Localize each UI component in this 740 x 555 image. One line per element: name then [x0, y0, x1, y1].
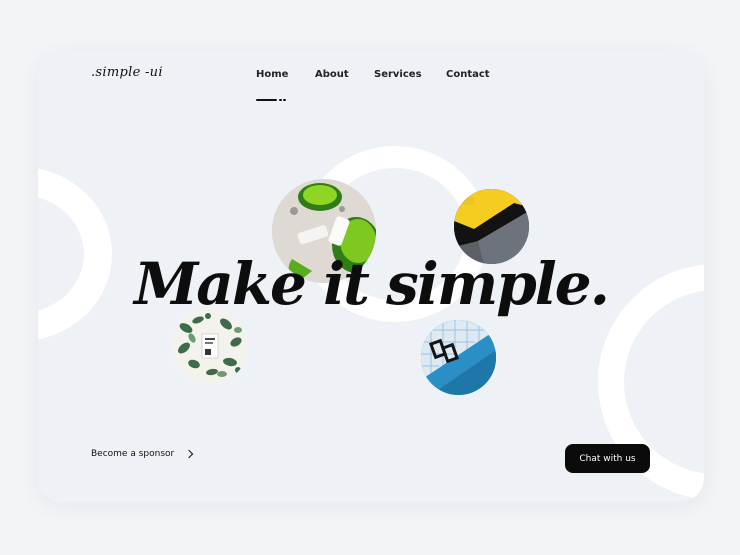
active-nav-dot: [283, 99, 286, 101]
chevron-right-icon: [184, 449, 194, 459]
leaf-pattern-card-photo: [172, 308, 248, 384]
blue-grid-object-photo: [421, 320, 496, 395]
become-sponsor-link[interactable]: Become a sponsor: [91, 449, 194, 459]
nav-about-link[interactable]: About: [315, 69, 349, 80]
chat-with-us-button[interactable]: Chat with us: [565, 444, 650, 473]
hero-headline: Make it simple.: [134, 250, 610, 318]
active-nav-indicator: [256, 99, 277, 101]
sponsor-label: Become a sponsor: [91, 449, 175, 459]
site-logo[interactable]: .simple -ui: [91, 65, 163, 80]
nav-services-link[interactable]: Services: [374, 69, 422, 80]
nav-contact-link[interactable]: Contact: [446, 69, 490, 80]
nav-home-link[interactable]: Home: [256, 69, 288, 80]
active-nav-dot: [279, 99, 282, 101]
hero-card: .simple -ui Home About Services Contact: [38, 52, 704, 502]
